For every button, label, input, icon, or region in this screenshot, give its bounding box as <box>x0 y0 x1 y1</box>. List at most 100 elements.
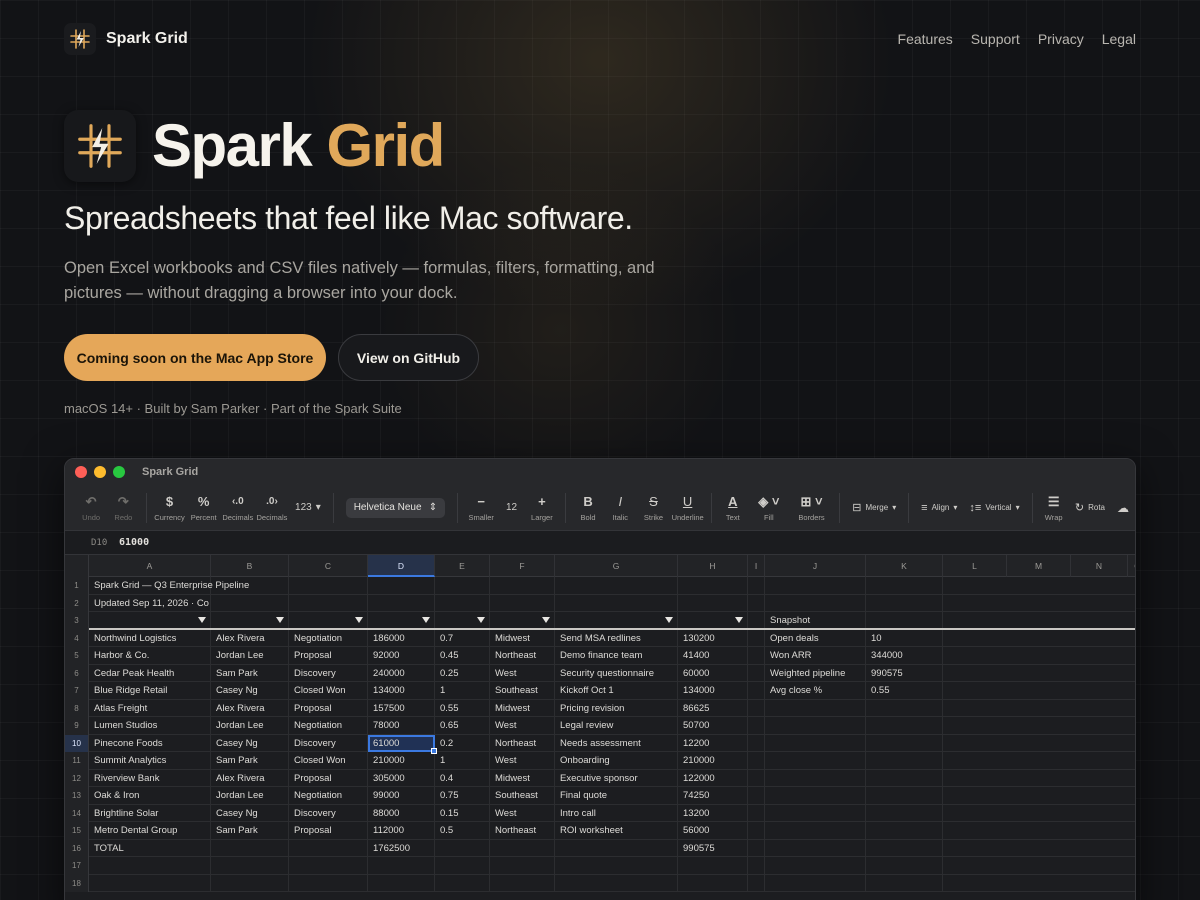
cell[interactable] <box>555 839 678 857</box>
cell[interactable]: 0.75 <box>435 787 490 805</box>
cell[interactable]: Proposal <box>289 822 368 840</box>
row-number[interactable]: 18 <box>65 874 89 892</box>
currency-button[interactable]: $ Currency <box>152 488 186 528</box>
cell[interactable] <box>490 839 555 857</box>
cell[interactable]: Proposal <box>289 699 368 717</box>
cloud-button[interactable]: ☁ <box>1111 488 1135 528</box>
row-number[interactable]: 10 <box>65 734 89 752</box>
cell[interactable] <box>490 874 555 892</box>
align-button[interactable]: ≡ Align ▾ <box>915 488 963 528</box>
rotate-button[interactable]: ↻ Rota <box>1069 488 1111 528</box>
cell[interactable] <box>490 594 555 612</box>
cell[interactable] <box>866 769 943 787</box>
cell[interactable]: 86625 <box>678 699 748 717</box>
cell[interactable] <box>289 857 368 875</box>
cell[interactable] <box>765 874 866 892</box>
cell[interactable] <box>748 734 765 752</box>
cell[interactable]: Kickoff Oct 1 <box>555 682 678 700</box>
nav-link-features[interactable]: Features <box>898 31 953 47</box>
cell[interactable] <box>211 839 289 857</box>
cell[interactable]: 0.15 <box>435 804 490 822</box>
zoom-window-icon[interactable] <box>113 466 125 478</box>
cell[interactable] <box>748 752 765 770</box>
cell[interactable] <box>435 874 490 892</box>
cell[interactable]: Blue Ridge Retail <box>89 682 211 700</box>
font-size-field[interactable]: 12 <box>498 488 525 528</box>
cell[interactable] <box>748 822 765 840</box>
cell[interactable] <box>748 577 765 595</box>
close-window-icon[interactable] <box>75 466 87 478</box>
column-header-o[interactable]: O <box>1128 555 1135 577</box>
cell[interactable]: Lumen Studios <box>89 717 211 735</box>
cell[interactable]: 130200 <box>678 629 748 647</box>
row-number[interactable]: 1 <box>65 577 89 595</box>
row-number[interactable]: 7 <box>65 682 89 700</box>
cell[interactable]: 122000 <box>678 769 748 787</box>
cell[interactable] <box>748 664 765 682</box>
cell[interactable]: 0.45 <box>435 647 490 665</box>
nav-link-privacy[interactable]: Privacy <box>1038 31 1084 47</box>
cell[interactable] <box>765 594 866 612</box>
cell[interactable]: Alex Rivera <box>211 629 289 647</box>
filter-dropdown-icon[interactable] <box>276 617 284 623</box>
cell[interactable]: Casey Ng <box>211 804 289 822</box>
cell-reference[interactable]: D10 <box>65 538 119 548</box>
minimize-window-icon[interactable] <box>94 466 106 478</box>
cell[interactable] <box>765 787 866 805</box>
formula-input[interactable]: 61000 <box>119 537 149 548</box>
cell[interactable] <box>765 857 866 875</box>
cell[interactable]: Jordan Lee <box>211 717 289 735</box>
font-family-select[interactable]: Helvetica Neue ⇕ <box>345 497 446 518</box>
cell[interactable] <box>866 839 943 857</box>
cell[interactable]: 990575 <box>678 839 748 857</box>
cell[interactable]: 210000 <box>368 752 435 770</box>
text-color-button[interactable]: A Text <box>718 488 748 528</box>
cell[interactable]: Sam Park <box>211 822 289 840</box>
column-header-n[interactable]: N <box>1071 555 1128 577</box>
row-number[interactable]: 6 <box>65 664 89 682</box>
column-header-g[interactable]: G <box>555 555 678 577</box>
cell[interactable]: 186000 <box>368 629 435 647</box>
fill-handle[interactable] <box>431 748 437 754</box>
nav-link-legal[interactable]: Legal <box>1102 31 1136 47</box>
font-smaller-button[interactable]: − Smaller <box>464 488 498 528</box>
cell[interactable]: 60000 <box>678 664 748 682</box>
filter-dropdown-icon[interactable] <box>198 617 206 623</box>
cell[interactable]: Jordan Lee <box>211 787 289 805</box>
cell[interactable] <box>765 577 866 595</box>
cell[interactable]: 240000 <box>368 664 435 682</box>
cell[interactable] <box>211 857 289 875</box>
cell[interactable] <box>435 857 490 875</box>
app-store-button[interactable]: Coming soon on the Mac App Store <box>64 334 326 381</box>
row-number[interactable]: 13 <box>65 787 89 805</box>
cell[interactable]: Discovery <box>289 804 368 822</box>
cell[interactable] <box>866 857 943 875</box>
cell[interactable] <box>748 874 765 892</box>
cell[interactable]: 0.65 <box>435 717 490 735</box>
cell[interactable]: Proposal <box>289 647 368 665</box>
cell[interactable]: Northeast <box>490 647 555 665</box>
cell[interactable]: Metro Dental Group <box>89 822 211 840</box>
cell[interactable] <box>748 699 765 717</box>
fill-button[interactable]: ◈ ˅ Fill <box>748 488 790 528</box>
select-all-corner[interactable] <box>65 555 89 577</box>
cell[interactable]: 1 <box>435 682 490 700</box>
cell[interactable]: 305000 <box>368 769 435 787</box>
nav-link-support[interactable]: Support <box>971 31 1020 47</box>
wrap-button[interactable]: ☰ Wrap <box>1039 488 1069 528</box>
cell[interactable] <box>866 594 943 612</box>
cell[interactable] <box>89 857 211 875</box>
cell[interactable]: Negotiation <box>289 629 368 647</box>
cell[interactable]: Casey Ng <box>211 734 289 752</box>
cell[interactable]: Closed Won <box>289 682 368 700</box>
column-header-h[interactable]: H <box>678 555 748 577</box>
cell[interactable] <box>555 577 678 595</box>
cell[interactable]: 0.5 <box>435 822 490 840</box>
cell[interactable] <box>866 787 943 805</box>
cell[interactable]: Spark Grid — Q3 Enterprise Pipeline <box>89 577 249 595</box>
row-number[interactable]: 12 <box>65 769 89 787</box>
cell[interactable]: Proposal <box>289 769 368 787</box>
cell[interactable]: Midwest <box>490 699 555 717</box>
cell[interactable]: Avg close % <box>765 682 866 700</box>
row-number[interactable]: 9 <box>65 717 89 735</box>
